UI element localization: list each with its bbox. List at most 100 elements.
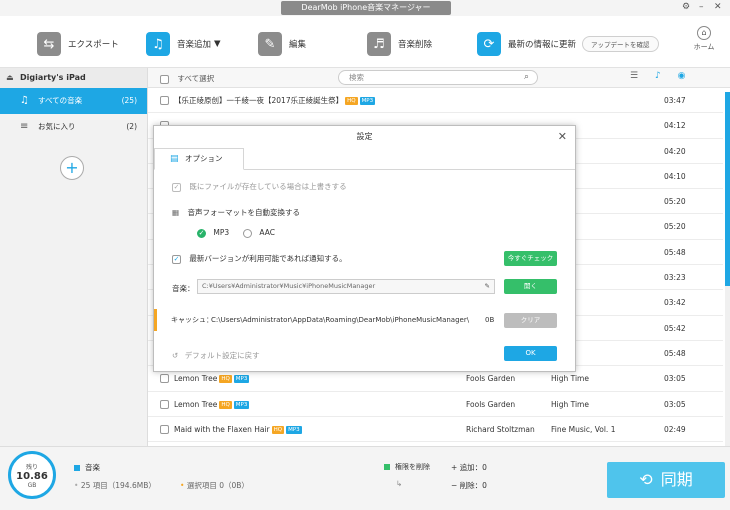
- track-title: 【乐正绫原创】一千綾一夜【2017乐正綾誕生祭】 HQ MP3: [174, 96, 376, 105]
- delete-music-icon: ♬: [367, 32, 391, 56]
- mp3-badge: MP3: [233, 375, 250, 384]
- row-checkbox[interactable]: [160, 424, 169, 434]
- select-all[interactable]: すべて選択: [160, 73, 214, 84]
- album-view-icon[interactable]: ◉: [678, 71, 686, 81]
- hq-badge: HQ: [219, 375, 232, 384]
- edit-button[interactable]: ✎ 編集: [258, 32, 306, 56]
- close-icon[interactable]: ✕: [558, 126, 567, 148]
- track-duration: 05:48: [664, 247, 686, 257]
- app-title: DearMob iPhone音楽マネージャー: [281, 1, 451, 15]
- edit-icon: ✎: [258, 32, 282, 56]
- dialog-tabs: ▤ オプション: [154, 148, 575, 170]
- ok-button[interactable]: OK: [504, 346, 557, 361]
- table-row[interactable]: Maid with the Flaxen Hair HQ MP3 Richard St…: [148, 417, 723, 443]
- convert-icon: ▦: [172, 208, 180, 217]
- music-path-label: 音楽：: [172, 284, 195, 293]
- export-icon: ⇆: [37, 32, 61, 56]
- bullet-icon: •: [180, 481, 185, 490]
- tab-options[interactable]: ▤ オプション: [154, 148, 244, 170]
- track-duration: 03:05: [664, 374, 686, 384]
- artist-view-icon[interactable]: ♪: [655, 71, 661, 81]
- table-row[interactable]: 【乐正绫原创】一千綾一夜【2017乐正綾誕生祭】 HQ MP3 03:47: [148, 88, 723, 114]
- sidebar-item-all-music[interactable]: ♫ すべての音楽 (25): [0, 88, 147, 114]
- settings-dialog: 設定 ✕ ▤ オプション ✓ 既にファイルが存在している場合は上書きする ▦ 音…: [153, 125, 576, 372]
- select-all-checkbox[interactable]: [160, 74, 169, 84]
- hq-badge: HQ: [219, 400, 232, 409]
- music-legend: 音楽: [74, 462, 100, 473]
- track-duration: 03:23: [664, 273, 686, 283]
- format-aac[interactable]: AAC: [243, 228, 275, 238]
- track-title: Lemon Tree HQ MP3: [174, 399, 250, 409]
- update-check-button[interactable]: アップデートを確認: [582, 36, 659, 52]
- notify-checkbox[interactable]: ✓: [172, 254, 181, 264]
- sync-icon: ⟲: [639, 470, 653, 489]
- delete-music-button[interactable]: ♬ 音楽削除: [367, 32, 432, 56]
- track-duration: 03:42: [664, 298, 686, 308]
- music-path-field[interactable]: C:¥Users¥Administrator¥Music¥iPhoneMusic…: [197, 279, 495, 294]
- scrollbar[interactable]: [725, 92, 730, 446]
- mp3-radio[interactable]: ✓: [197, 228, 206, 238]
- row-checkbox[interactable]: [160, 399, 169, 409]
- title-bar: DearMob iPhone音楽マネージャー ⚙ – ✕: [0, 0, 730, 16]
- track-duration: 05:48: [664, 348, 686, 358]
- search-input[interactable]: 検索 ⌕: [338, 70, 538, 85]
- eject-icon[interactable]: ⏏: [6, 68, 14, 88]
- open-button[interactable]: 開く: [504, 279, 557, 294]
- row-checkbox[interactable]: [160, 374, 169, 384]
- track-duration: 03:47: [664, 96, 686, 105]
- arrow-icon: ↳: [396, 479, 403, 488]
- row-checkbox[interactable]: [160, 96, 169, 105]
- items-summary: • 25 項目（194.6MB）: [74, 481, 156, 490]
- plus-icon: +: [451, 463, 458, 472]
- headphones-icon: ♫: [20, 95, 29, 106]
- notify-option[interactable]: ✓ 最新バージョンが利用可能であれば通知する。: [172, 253, 347, 264]
- refresh-button[interactable]: ⟳ 最新の情報に更新 アップデートを確認: [477, 32, 659, 56]
- reset-defaults-link[interactable]: ↺ デフォルト設定に戻す: [172, 350, 260, 361]
- close-icon[interactable]: ✕: [714, 2, 722, 12]
- sidebar: ⏏ Digiarty's iPad ♫ すべての音楽 (25) ≡ お気に入り …: [0, 68, 148, 446]
- track-duration: 05:42: [664, 323, 686, 333]
- hq-badge: HQ: [345, 97, 358, 105]
- hq-badge: HQ: [271, 425, 285, 434]
- add-count: + 追加：0: [451, 463, 487, 472]
- home-button[interactable]: ⌂ ホーム: [690, 26, 718, 52]
- gear-icon[interactable]: ⚙: [682, 2, 690, 12]
- playlist-icon: ≡: [20, 121, 29, 132]
- minus-icon: −: [451, 481, 458, 490]
- search-icon[interactable]: ⌕: [524, 71, 529, 84]
- table-row[interactable]: Lemon Tree HQ MP3 Fools Garden High Time 03:0…: [148, 392, 723, 417]
- format-mp3[interactable]: ✓ MP3: [197, 228, 229, 238]
- scroll-thumb[interactable]: [725, 92, 730, 286]
- sidebar-item-favorites[interactable]: ≡ お気に入り (2): [0, 114, 147, 140]
- music-legend-swatch: [74, 465, 80, 471]
- add-music-button[interactable]: ♫ 音楽追加 ▼: [146, 32, 221, 56]
- delete-rights-swatch: [384, 464, 390, 470]
- clear-cache-button[interactable]: クリア: [504, 313, 557, 328]
- track-artist: Fools Garden: [466, 399, 516, 409]
- mp3-badge: MP3: [286, 425, 302, 434]
- chevron-down-icon: ▼: [214, 39, 221, 49]
- reset-icon: ↺: [172, 351, 179, 360]
- device-name[interactable]: ⏏ Digiarty's iPad: [0, 68, 147, 88]
- track-artist: Richard Stoltzman: [466, 424, 535, 434]
- sync-button[interactable]: ⟲ 同期: [607, 462, 725, 498]
- track-duration: 05:20: [664, 222, 686, 232]
- track-duration: 03:05: [664, 399, 686, 409]
- storage-gauge: 残り 10.86 GB: [8, 451, 56, 499]
- home-icon: ⌂: [697, 26, 711, 40]
- track-duration: 04:12: [664, 121, 686, 131]
- edit-path-icon[interactable]: ✎: [485, 280, 490, 293]
- track-duration: 04:20: [664, 146, 686, 156]
- export-button[interactable]: ⇆ エクスポート: [37, 32, 119, 56]
- overwrite-checkbox[interactable]: ✓: [172, 182, 181, 192]
- overwrite-option[interactable]: ✓ 既にファイルが存在している場合は上書きする: [172, 181, 347, 192]
- add-playlist-button[interactable]: +: [60, 156, 84, 180]
- add-music-icon: ♫: [146, 32, 170, 56]
- refresh-icon: ⟳: [477, 32, 501, 56]
- minimize-icon[interactable]: –: [699, 2, 704, 12]
- check-now-button[interactable]: 今すぐチェック: [504, 251, 557, 266]
- list-view-icon[interactable]: ☰: [630, 71, 638, 81]
- toolbar: ⇆ エクスポート ♫ 音楽追加 ▼ ✎ 編集 ♬ 音楽削除 ⟳ 最新の情報に更新…: [0, 16, 730, 68]
- delete-count: − 削除：0: [451, 481, 487, 490]
- aac-radio[interactable]: [243, 228, 252, 238]
